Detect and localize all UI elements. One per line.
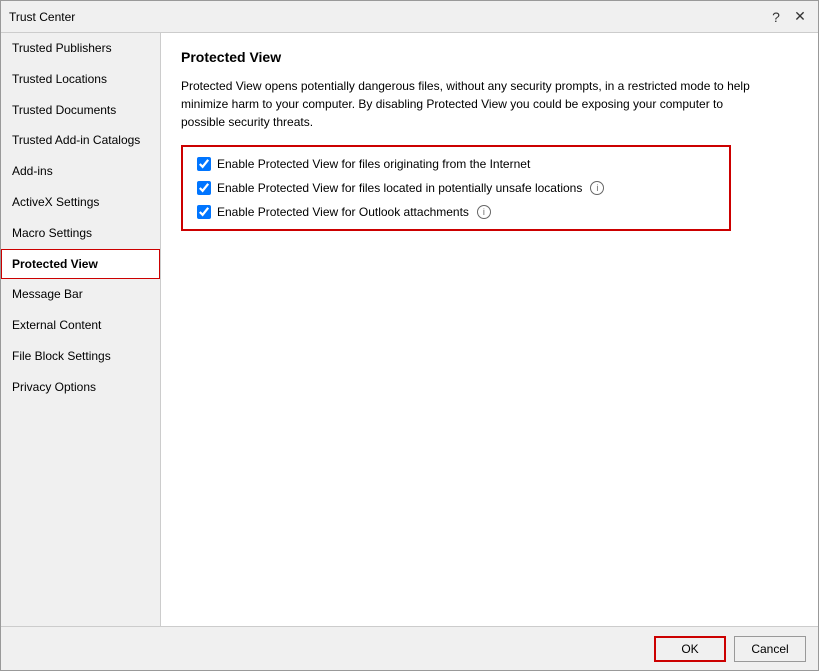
sidebar-item-external-content[interactable]: External Content	[1, 310, 160, 341]
sidebar-item-macro-settings[interactable]: Macro Settings	[1, 218, 160, 249]
window-title: Trust Center	[9, 10, 75, 24]
checkbox-label-check-internet: Enable Protected View for files originat…	[217, 157, 530, 171]
checkbox-row-check-internet: Enable Protected View for files originat…	[197, 157, 715, 171]
sidebar: Trusted PublishersTrusted LocationsTrust…	[1, 33, 161, 626]
sidebar-item-protected-view[interactable]: Protected View	[1, 249, 160, 280]
checkbox-label-check-outlook: Enable Protected View for Outlook attach…	[217, 205, 469, 219]
checkbox-row-check-outlook: Enable Protected View for Outlook attach…	[197, 205, 715, 219]
info-icon-check-unsafe-locations[interactable]: i	[590, 181, 604, 195]
sidebar-item-trusted-publishers[interactable]: Trusted Publishers	[1, 33, 160, 64]
sidebar-item-message-bar[interactable]: Message Bar	[1, 279, 160, 310]
sidebar-item-trusted-documents[interactable]: Trusted Documents	[1, 95, 160, 126]
sidebar-item-activex-settings[interactable]: ActiveX Settings	[1, 187, 160, 218]
close-button[interactable]: ✕	[790, 7, 810, 27]
content-area: Protected View Protected View opens pote…	[161, 33, 818, 626]
protected-view-options: Enable Protected View for files originat…	[181, 145, 731, 231]
title-bar-controls: ? ✕	[766, 7, 810, 27]
ok-button[interactable]: OK	[654, 636, 726, 662]
content-description: Protected View opens potentially dangero…	[181, 77, 761, 131]
sidebar-item-trusted-add-in-catalogs[interactable]: Trusted Add-in Catalogs	[1, 125, 160, 156]
info-icon-check-outlook[interactable]: i	[477, 205, 491, 219]
sidebar-item-privacy-options[interactable]: Privacy Options	[1, 372, 160, 403]
title-bar-left: Trust Center	[9, 10, 75, 24]
checkbox-check-outlook[interactable]	[197, 205, 211, 219]
checkbox-check-internet[interactable]	[197, 157, 211, 171]
trust-center-window: Trust Center ? ✕ Trusted PublishersTrust…	[0, 0, 819, 671]
cancel-button[interactable]: Cancel	[734, 636, 806, 662]
checkbox-label-check-unsafe-locations: Enable Protected View for files located …	[217, 181, 582, 195]
window-body: Trusted PublishersTrusted LocationsTrust…	[1, 33, 818, 626]
sidebar-item-file-block-settings[interactable]: File Block Settings	[1, 341, 160, 372]
sidebar-item-trusted-locations[interactable]: Trusted Locations	[1, 64, 160, 95]
title-bar: Trust Center ? ✕	[1, 1, 818, 33]
checkbox-row-check-unsafe-locations: Enable Protected View for files located …	[197, 181, 715, 195]
checkbox-check-unsafe-locations[interactable]	[197, 181, 211, 195]
help-button[interactable]: ?	[766, 7, 786, 27]
footer: OK Cancel	[1, 626, 818, 670]
sidebar-item-add-ins[interactable]: Add-ins	[1, 156, 160, 187]
content-title: Protected View	[181, 49, 798, 65]
